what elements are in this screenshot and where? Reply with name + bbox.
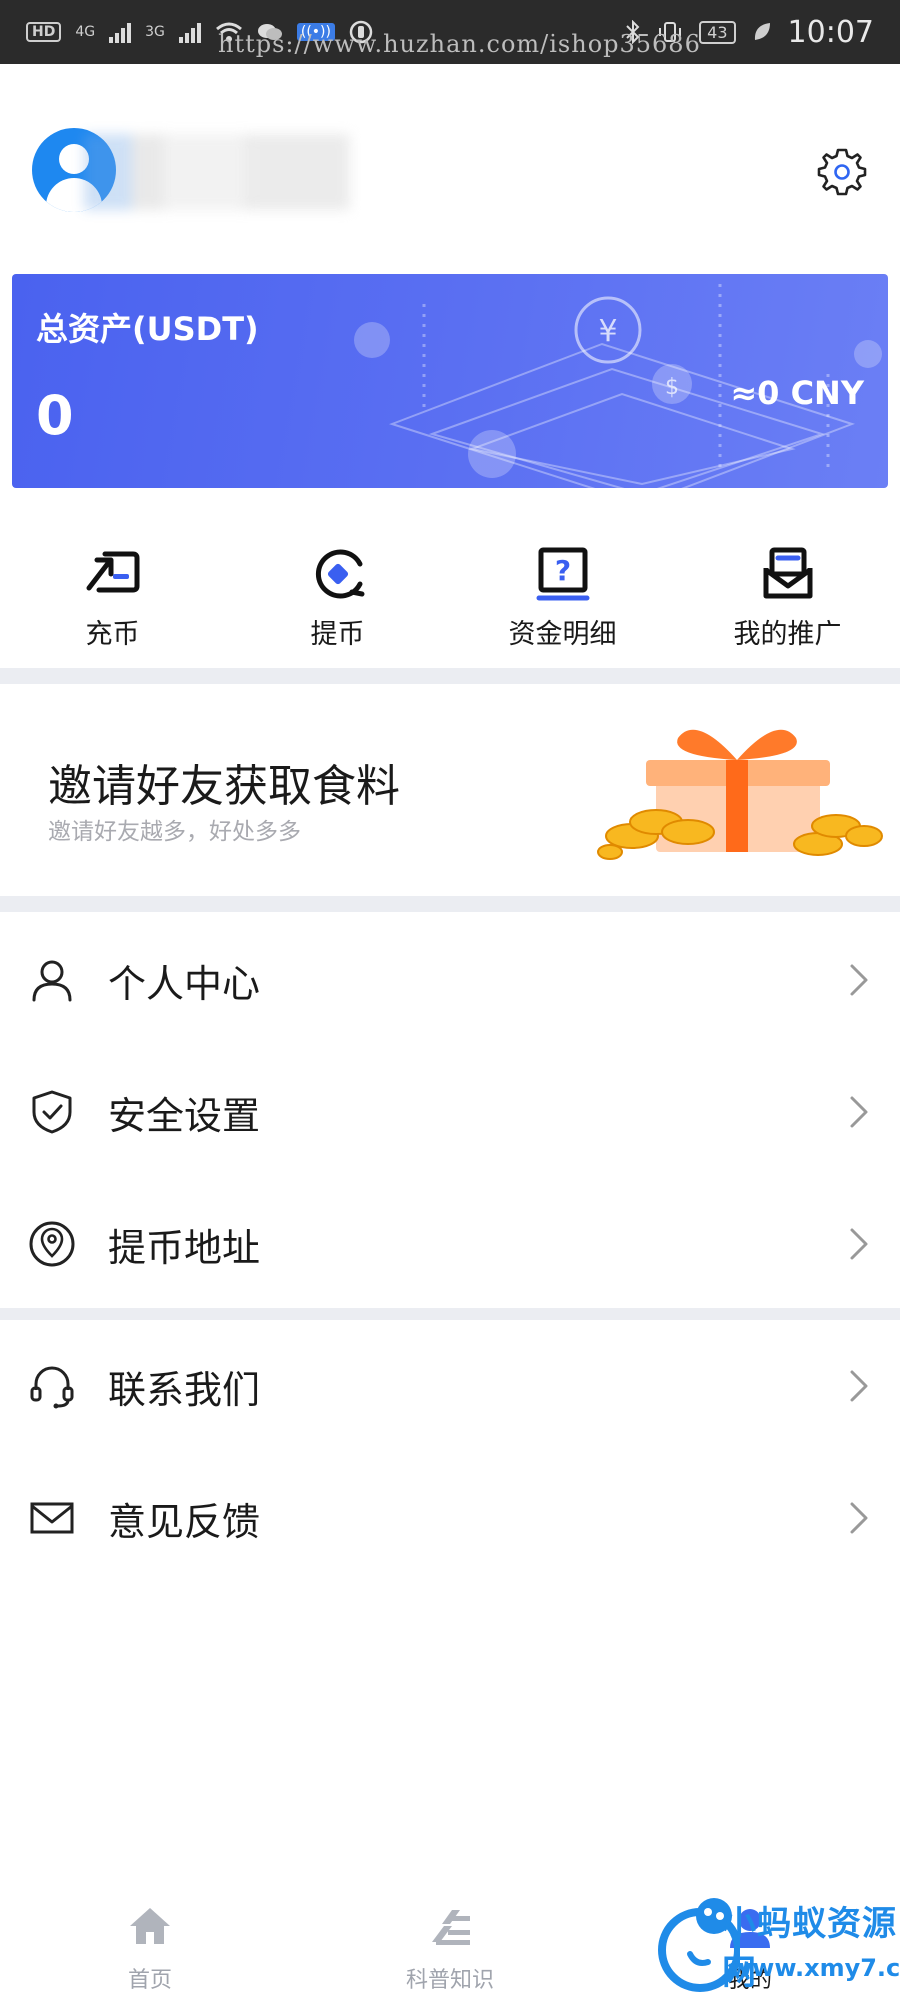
- clock: 10:07: [787, 14, 874, 50]
- total-assets-card[interactable]: ¥ $ 总资产(USDT) 0 ≈0 CNY: [12, 274, 888, 488]
- chevron-right-icon: [850, 964, 868, 996]
- knowledge-icon: [432, 1910, 470, 1945]
- chevron-right-icon: [850, 1096, 868, 1128]
- menu-item-security-settings[interactable]: 安全设置: [0, 1046, 900, 1178]
- deposit-button[interactable]: 充币: [0, 528, 225, 658]
- signal-icon: [109, 21, 132, 43]
- blurred-username: [84, 134, 350, 210]
- gear-icon[interactable]: [814, 144, 870, 200]
- svg-text:$: $: [665, 375, 679, 400]
- promotion-button[interactable]: 我的推广: [675, 528, 900, 658]
- promotion-label: 我的推广: [733, 619, 842, 650]
- home-icon: [130, 1908, 170, 1944]
- section-divider: [0, 896, 900, 912]
- section-divider: [0, 668, 900, 684]
- withdraw-label: 提币: [310, 619, 365, 650]
- fund-details-label: 资金明细: [508, 619, 617, 650]
- invite-subtitle: 邀请好友越多，好处多多: [48, 819, 301, 845]
- menu-item-withdraw-address[interactable]: 提币地址: [0, 1178, 900, 1310]
- url-watermark: https://www.huzhan.com/ishop35686: [218, 30, 701, 58]
- shield-icon: [32, 1090, 72, 1134]
- signal-icon-2: [178, 21, 201, 43]
- menu-label-withdraw-address: 提币地址: [108, 1225, 261, 1270]
- nav-tab-home[interactable]: 首页: [75, 1880, 225, 2000]
- promotion-icon: [763, 547, 812, 599]
- menu-label-contact-us: 联系我们: [108, 1367, 261, 1412]
- gift-coins-illustration: [597, 729, 883, 860]
- profile-header: [0, 64, 900, 264]
- person-icon: [32, 960, 72, 1002]
- nav-label-home: 首页: [127, 1968, 172, 1993]
- menu-item-contact-us[interactable]: 联系我们: [0, 1320, 900, 1452]
- site-watermark: 小蚂蚁资源网 www.xmy7.com: [650, 1888, 900, 1998]
- chevron-right-icon: [850, 1502, 868, 1534]
- network-3g-label: 3G: [145, 24, 165, 40]
- fund-details-icon: ?: [536, 547, 589, 601]
- menu-label-feedback: 意见反馈: [108, 1499, 261, 1544]
- section-divider: [0, 1308, 900, 1320]
- menu-item-feedback[interactable]: 意见反馈: [0, 1452, 900, 1584]
- leaf-icon: [754, 23, 770, 40]
- svg-text:¥: ¥: [598, 314, 617, 349]
- fund-details-button[interactable]: ? 资金明细: [450, 528, 675, 658]
- menu-label-personal-center: 个人中心: [108, 961, 261, 1006]
- chevron-right-icon: [850, 1228, 868, 1260]
- total-assets-label: 总资产(USDT): [36, 310, 259, 348]
- menu-item-personal-center[interactable]: 个人中心: [0, 914, 900, 1046]
- quick-actions: 充币 提币 ? 资金明细 我的推广: [0, 528, 900, 658]
- nav-label-knowledge: 科普知识: [405, 1968, 494, 1993]
- total-assets-value: 0: [36, 384, 74, 447]
- chevron-right-icon: [850, 1370, 868, 1402]
- deposit-label: 充币: [85, 619, 140, 650]
- menu-label-security-settings: 安全设置: [108, 1093, 261, 1138]
- watermark-site-url: www.xmy7.com: [730, 1954, 900, 1982]
- location-icon: [29, 1221, 75, 1267]
- network-4g-label: 4G: [75, 24, 96, 40]
- withdraw-button[interactable]: 提币: [225, 528, 450, 658]
- headset-icon: [30, 1366, 74, 1409]
- invite-banner[interactable]: 邀请好友获取食料 邀请好友越多，好处多多: [0, 686, 900, 894]
- svg-text:?: ?: [554, 554, 570, 587]
- hd-indicator: HD: [26, 22, 62, 42]
- mail-icon: [30, 1502, 74, 1534]
- nav-tab-knowledge[interactable]: 科普知识: [375, 1880, 525, 2000]
- total-assets-cny: ≈0 CNY: [730, 374, 864, 412]
- deposit-icon: [86, 551, 139, 593]
- invite-title: 邀请好友获取食料: [48, 761, 400, 812]
- battery-icon: 43: [699, 20, 736, 44]
- withdraw-icon: [315, 549, 364, 599]
